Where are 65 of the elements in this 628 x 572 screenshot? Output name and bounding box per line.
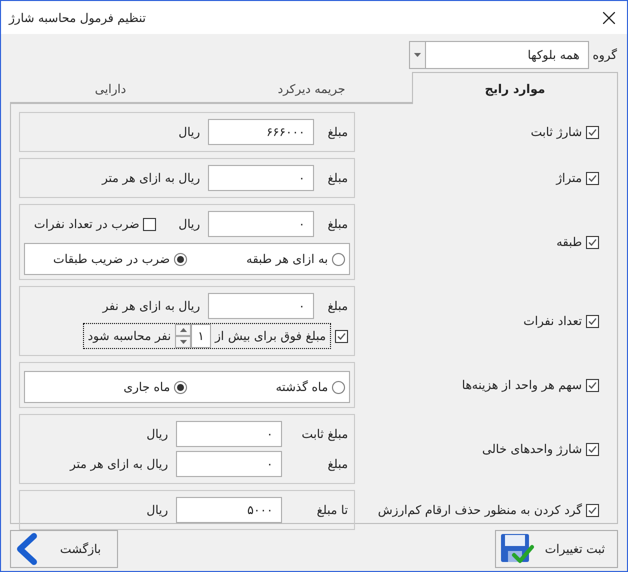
group-dropdown[interactable]: همه بلوکها <box>408 40 589 68</box>
checkbox[interactable] <box>586 504 599 516</box>
option-label: گرد کردن به منظور حذف ارقام کم‌ارزش <box>378 502 582 519</box>
unit-label: ریال <box>146 426 168 443</box>
checkbox[interactable] <box>586 314 599 328</box>
checkbox[interactable] <box>143 218 156 230</box>
amount-label: تا مبلغ <box>316 502 348 519</box>
checkbox[interactable] <box>586 378 599 392</box>
amount-field[interactable]: ۵۰۰۰ <box>176 497 282 523</box>
amount-field[interactable]: ۰ <box>208 293 314 319</box>
floppy-check-icon <box>500 533 534 565</box>
tab[interactable]: موارد رایج <box>412 72 618 104</box>
radio-button[interactable] <box>332 252 345 266</box>
unit-label: ریال <box>178 216 200 233</box>
amount-label: مبلغ <box>326 124 348 141</box>
amount-label: مبلغ <box>326 456 348 473</box>
amount-field[interactable]: ۰ <box>176 421 282 447</box>
spin-down-button[interactable] <box>175 336 191 348</box>
radio-button[interactable] <box>174 252 187 266</box>
tab[interactable]: جریمه دیرکرد <box>211 75 412 103</box>
amount-field[interactable]: ۰ <box>176 451 282 477</box>
window-title: تنظیم فرمول محاسبه شارژ <box>9 10 146 26</box>
amount-label: مبلغ <box>326 216 348 233</box>
option-label: طبقه <box>556 234 582 251</box>
spin-up-button[interactable] <box>175 324 191 336</box>
down-arrow-icon <box>180 340 186 344</box>
amount-field[interactable]: ۰ <box>208 211 314 237</box>
checkbox[interactable] <box>335 330 348 342</box>
radio-label: ماه جاری <box>124 379 170 396</box>
unit-label: ریال <box>146 502 168 519</box>
checkbox[interactable] <box>586 172 599 184</box>
radio-label: ضرب در ضریب طبقات <box>53 251 170 268</box>
tab[interactable]: دارایی <box>10 75 211 103</box>
unit-label: ریال <box>178 124 200 141</box>
option-label: سهم هر واحد از هزینه‌ها <box>462 377 582 394</box>
caret-down-icon <box>414 52 421 56</box>
radio-label: به ازای هر طبقه <box>246 251 328 268</box>
save-button[interactable]: ثبت تغییرات <box>495 530 618 568</box>
amount-field[interactable]: ۰ <box>208 165 314 191</box>
amount-label: مبلغ ثابت <box>300 426 348 443</box>
amount-field[interactable]: ۶۶۶۰۰۰ <box>208 119 314 145</box>
amount-label: مبلغ <box>326 298 348 315</box>
radio-label: ماه گذشته <box>276 379 328 396</box>
unit-label: ریال به ازای هر متر <box>102 170 200 187</box>
up-arrow-icon <box>180 328 186 332</box>
option-label: شارژ واحدهای خالی <box>482 441 582 458</box>
threshold-label: نفر محاسبه شود <box>86 328 172 345</box>
radio-button[interactable] <box>332 380 345 394</box>
checkbox-label: ضرب در تعداد نفرات <box>34 216 140 233</box>
checkbox[interactable] <box>586 126 599 138</box>
close-icon <box>603 12 615 24</box>
chevron-left-icon <box>15 533 39 565</box>
unit-label: ریال به ازای هر متر <box>70 456 168 473</box>
group-label: گروه <box>592 46 617 64</box>
count-field[interactable]: ۱ <box>191 324 211 348</box>
amount-label: مبلغ <box>326 170 348 187</box>
threshold-label: مبلغ فوق برای بیش از <box>214 328 327 345</box>
checkbox[interactable] <box>586 236 599 248</box>
radio-button[interactable] <box>174 380 187 394</box>
back-button[interactable]: بازگشت <box>10 530 118 568</box>
checkbox[interactable] <box>586 442 599 456</box>
option-label: تعداد نفرات <box>523 313 582 330</box>
unit-label: ریال به ازای هر نفر <box>102 298 200 315</box>
option-label: شارژ ثابت <box>530 124 582 141</box>
option-label: متراژ <box>556 170 582 187</box>
